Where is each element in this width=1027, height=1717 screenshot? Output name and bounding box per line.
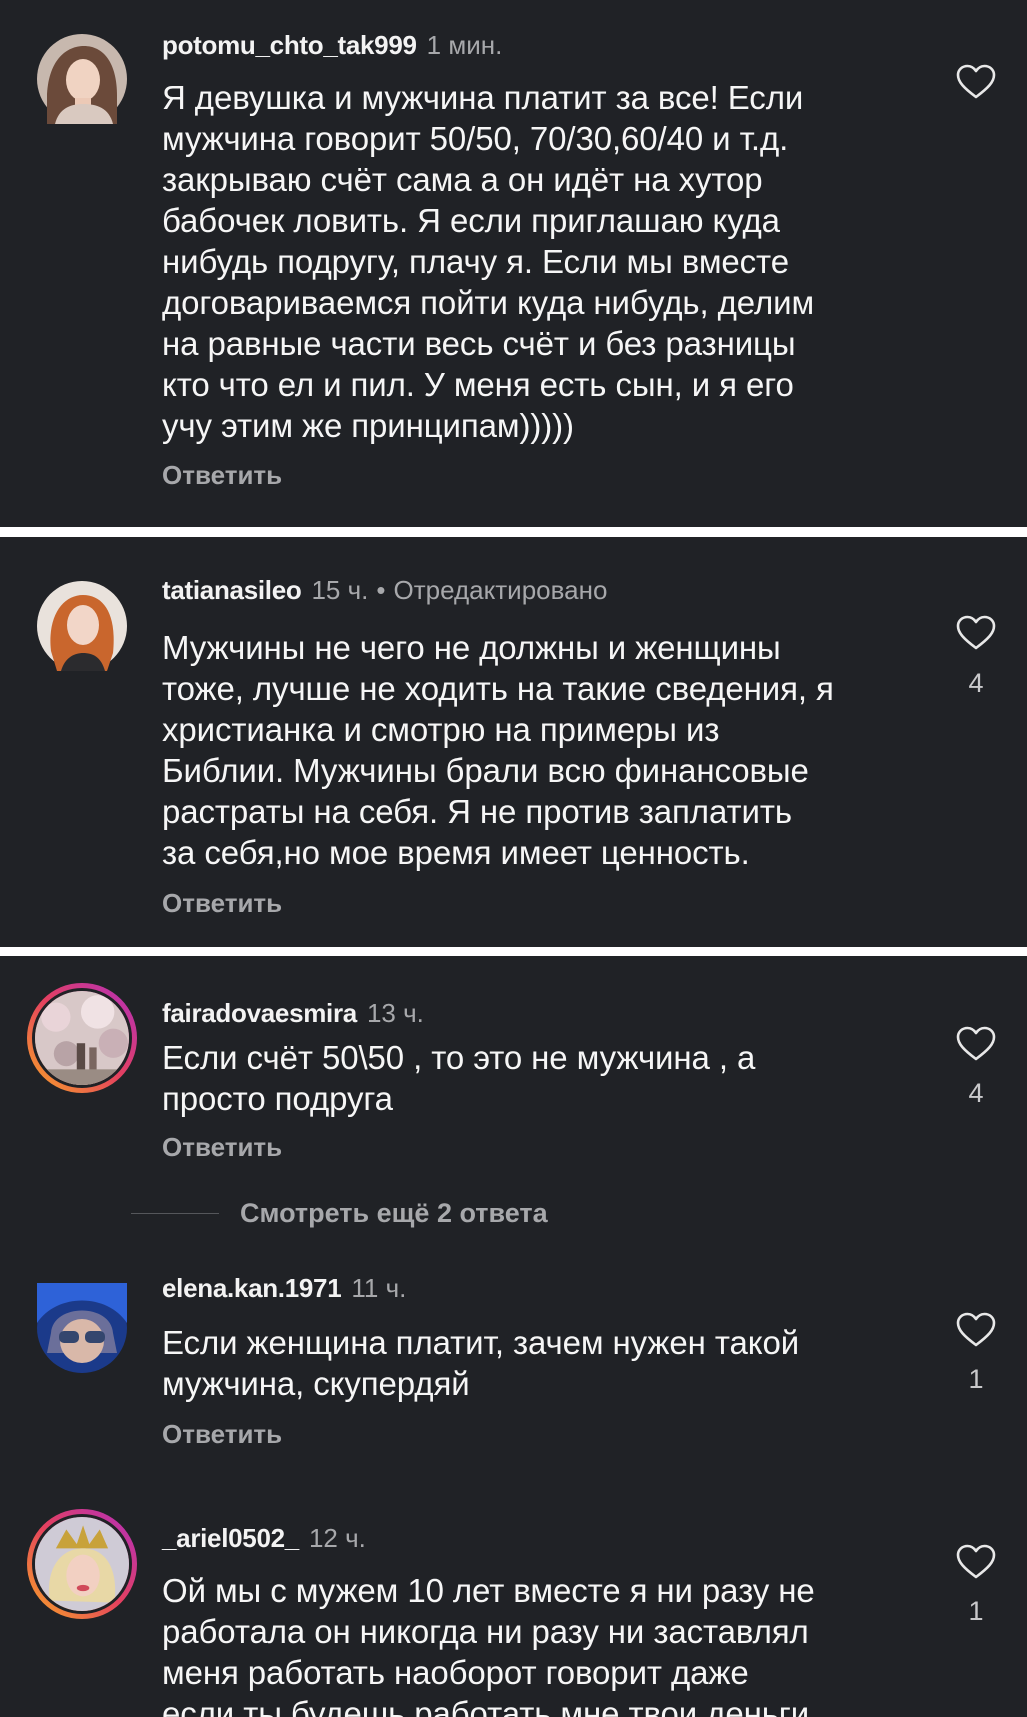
like-count: 4: [968, 1078, 984, 1108]
comment-panel-2: tatianasileo 15 ч. • Отредактировано Мужчин…: [0, 537, 1027, 947]
comment-panel-3: fairadovaesmira 13 ч. Если счёт 50\50 , т…: [0, 956, 1027, 1717]
comment-time: 12 ч.: [308, 1523, 366, 1553]
edited-label: Отредактировано: [393, 575, 608, 605]
like-button[interactable]: [956, 1312, 996, 1348]
heart-outline-icon: [956, 1026, 996, 1062]
username[interactable]: _ariel0502_: [162, 1523, 299, 1553]
comment-text: Мужчины не чего не должны и женщины тоже…: [162, 629, 834, 871]
like-button[interactable]: [956, 1026, 996, 1062]
username[interactable]: potomu_chto_tak999: [162, 30, 417, 60]
view-more-divider: [131, 1213, 219, 1214]
like-count: 1: [968, 1364, 984, 1394]
comment-text: Я девушка и мужчина платит за все! Если …: [162, 79, 815, 444]
heart-outline-icon: [956, 615, 996, 651]
reply-button[interactable]: Ответить: [162, 1419, 282, 1450]
comment-meta: _ariel0502_ 12 ч.: [162, 1523, 366, 1553]
like-button[interactable]: [956, 615, 996, 651]
avatar-image: [37, 581, 127, 671]
comment-text: Если женщина платит, зачем нужен такой м…: [162, 1324, 800, 1402]
heart-outline-icon: [956, 1544, 996, 1580]
comment-meta: elena.kan.1971 11 ч.: [162, 1273, 406, 1303]
reply-button[interactable]: Ответить: [162, 460, 282, 491]
like-button[interactable]: [956, 1544, 996, 1580]
avatar[interactable]: [27, 1509, 137, 1619]
like-count: 4: [968, 668, 984, 698]
comment-meta: fairadovaesmira 13 ч.: [162, 998, 424, 1028]
comment-panel-1: potomu_chto_tak999 1 мин. Я девушка и муж…: [0, 0, 1027, 527]
reply-button[interactable]: Ответить: [162, 1132, 282, 1163]
comment-time: 15 ч.: [311, 575, 369, 605]
avatar-image: [35, 991, 129, 1085]
comment-time: 11 ч.: [351, 1273, 407, 1303]
separator-dot: •: [376, 575, 386, 605]
comment-text: Если счёт 50\50 , то это не мужчина , а …: [162, 1039, 756, 1117]
username[interactable]: fairadovaesmira: [162, 998, 357, 1028]
comment-text: Ой мы с мужем 10 лет вместе я ни разу не…: [162, 1572, 815, 1717]
username[interactable]: tatianasileo: [162, 575, 302, 605]
avatar[interactable]: [37, 34, 127, 124]
avatar[interactable]: [37, 581, 127, 671]
comment-meta: potomu_chto_tak999 1 мин.: [162, 30, 502, 60]
like-count: 1: [968, 1596, 984, 1626]
avatar-image: [37, 34, 127, 124]
view-more-replies-button[interactable]: Смотреть ещё 2 ответа: [240, 1198, 548, 1229]
comment-meta: tatianasileo 15 ч. • Отредактировано: [162, 575, 607, 605]
avatar[interactable]: [27, 983, 137, 1093]
avatar-image: [35, 1517, 129, 1611]
heart-outline-icon: [956, 64, 996, 100]
reply-button[interactable]: Ответить: [162, 888, 282, 919]
heart-outline-icon: [956, 1312, 996, 1348]
avatar-image: [37, 1283, 127, 1373]
like-button[interactable]: [956, 64, 996, 100]
username[interactable]: elena.kan.1971: [162, 1273, 342, 1303]
comment-time: 13 ч.: [366, 998, 424, 1028]
avatar[interactable]: [37, 1283, 127, 1373]
comment-time: 1 мин.: [426, 30, 503, 60]
